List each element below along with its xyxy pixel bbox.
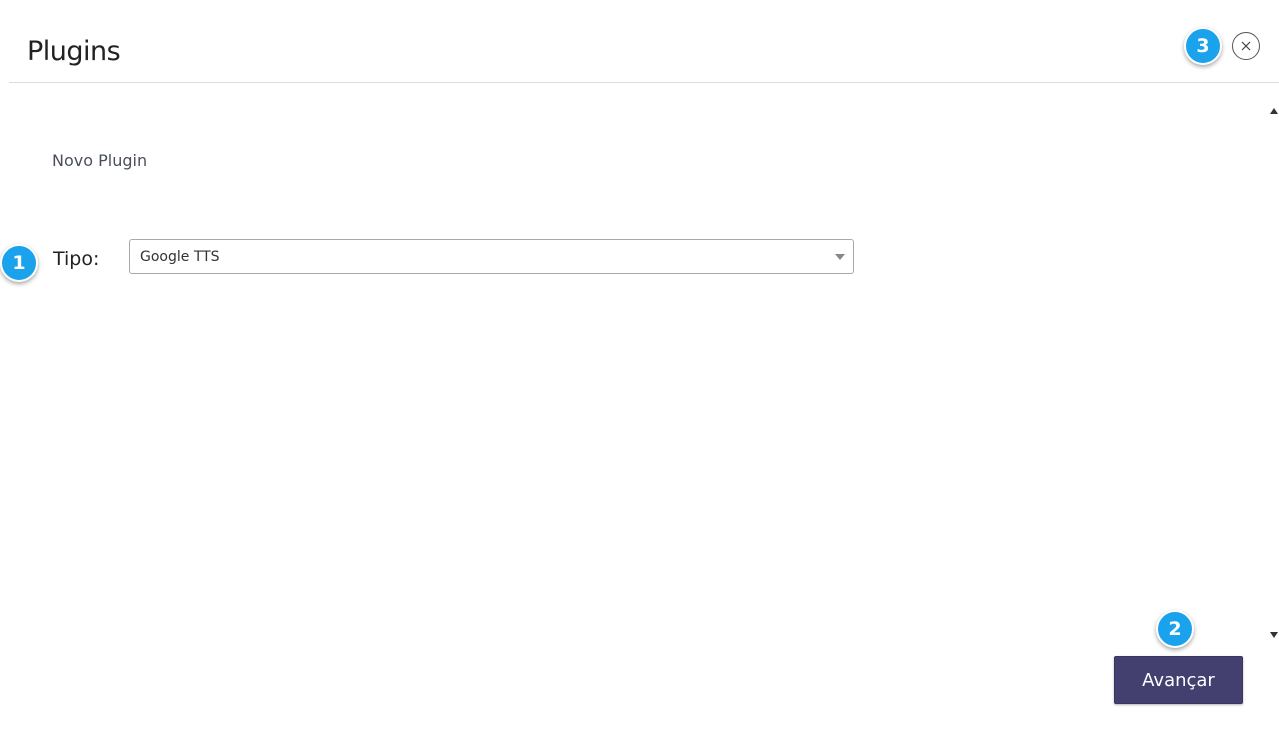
close-icon — [1241, 41, 1251, 51]
modal-title: Plugins — [27, 36, 121, 67]
next-button[interactable]: Avançar — [1114, 656, 1243, 704]
tipo-select-value: Google TTS — [140, 248, 220, 265]
chevron-down-icon — [835, 254, 845, 260]
header-divider — [9, 82, 1279, 83]
tipo-select[interactable]: Google TTS — [129, 239, 854, 274]
scroll-down-arrow-icon[interactable] — [1270, 632, 1278, 638]
section-title: Novo Plugin — [52, 151, 148, 170]
scroll-up-arrow-icon[interactable] — [1270, 108, 1278, 114]
callout-badge-2: 2 — [1156, 610, 1194, 648]
callout-badge-3: 3 — [1184, 27, 1222, 65]
close-button[interactable] — [1232, 32, 1260, 60]
plugins-modal: Plugins Novo Plugin Tipo: Google TTS Ava… — [0, 0, 1279, 731]
callout-badge-1: 1 — [0, 244, 38, 282]
tipo-label: Tipo: — [53, 248, 100, 270]
